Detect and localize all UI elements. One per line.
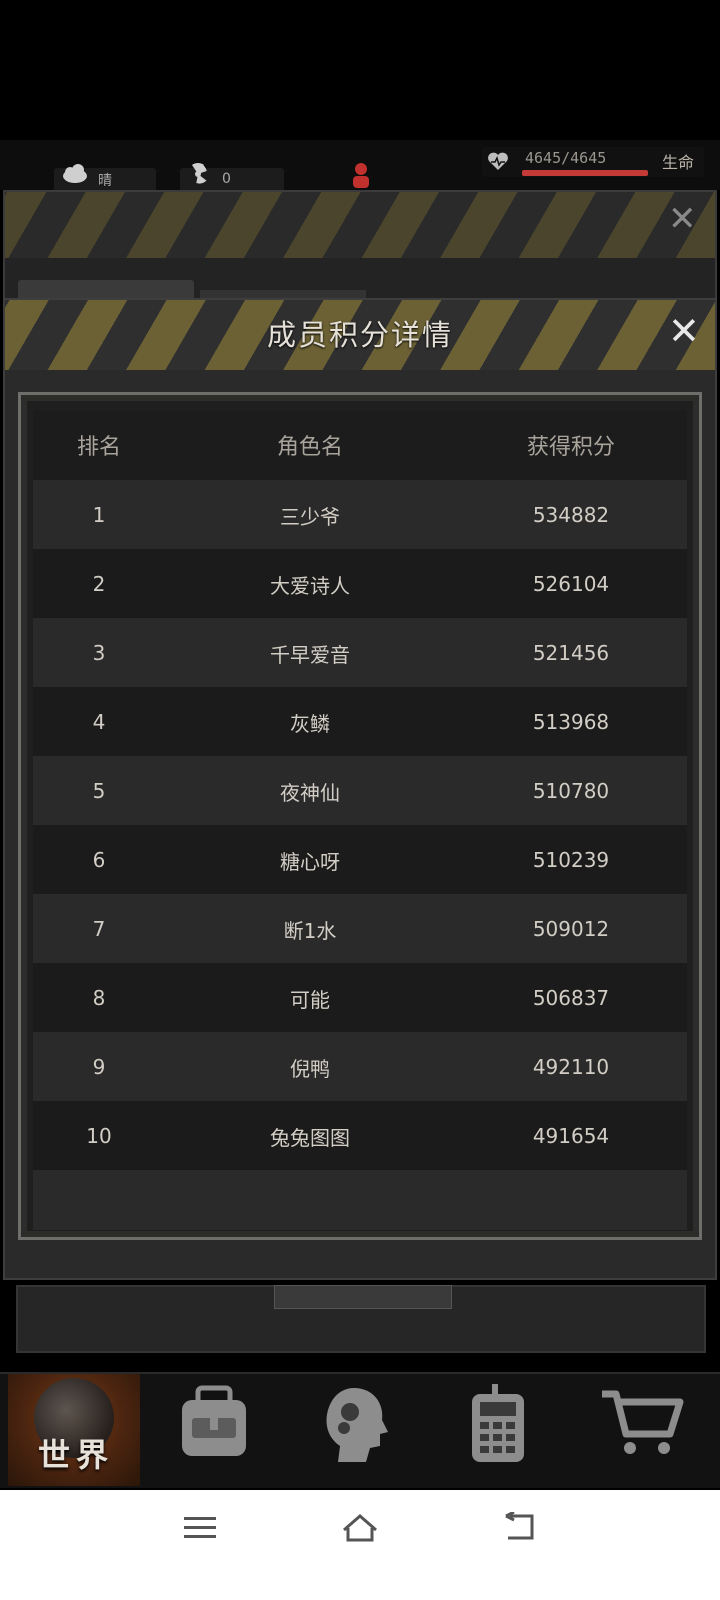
header-score: 获得积分 <box>526 435 615 460</box>
row-score: 510239 <box>532 848 610 872</box>
weather-label: 晴 <box>98 173 112 189</box>
row-name: 糖心呀 <box>280 849 340 874</box>
table-row: 2 大爱诗人 526104 <box>33 549 687 619</box>
world-label: 世界 <box>38 1436 115 1474</box>
table-row: 10 兔兔图图 491654 <box>33 1101 687 1171</box>
hp-bar <box>522 170 648 176</box>
weather-pill: 晴 <box>54 164 156 192</box>
row-name: 大爱诗人 <box>270 573 350 598</box>
person-icon <box>350 162 372 188</box>
row-name: 三少爷 <box>280 504 340 529</box>
close-icon[interactable]: ✕ <box>668 312 700 350</box>
row-name: 兔兔图图 <box>270 1125 350 1150</box>
row-rank: 2 <box>92 572 106 596</box>
row-name: 可能 <box>290 987 330 1012</box>
row-rank: 5 <box>92 779 106 803</box>
row-rank: 10 <box>86 1124 112 1148</box>
radiation-pill: 0 <box>180 163 284 192</box>
row-score: 509012 <box>532 917 610 941</box>
row-name: 夜神仙 <box>280 780 340 805</box>
table-row: 4 灰鳞 513968 <box>33 687 687 757</box>
row-name: 千早爱音 <box>270 642 350 667</box>
row-rank: 8 <box>92 986 106 1010</box>
row-score: 534882 <box>532 503 610 527</box>
table-row: 1 三少爷 534882 <box>33 480 687 550</box>
row-score: 513968 <box>532 710 610 734</box>
table-row: 3 千早爱音 521456 <box>33 618 687 688</box>
table-row: 9 倪鸭 492110 <box>33 1032 687 1102</box>
row-rank: 6 <box>92 848 106 872</box>
radiation-icon <box>192 163 207 184</box>
row-score: 506837 <box>532 986 610 1010</box>
menu-icon[interactable] <box>184 1515 216 1545</box>
home-icon[interactable] <box>340 1510 380 1548</box>
radiation-value: 0 <box>222 171 231 187</box>
row-rank: 9 <box>92 1055 106 1079</box>
table-row: 8 可能 506837 <box>33 963 687 1033</box>
row-name: 断1水 <box>283 918 337 943</box>
cart-icon[interactable] <box>598 1384 686 1464</box>
row-score: 510780 <box>532 779 610 803</box>
hp-label: 生命 <box>662 153 695 172</box>
row-score: 526104 <box>532 572 610 596</box>
back-icon[interactable] <box>502 1510 536 1546</box>
cloud-icon <box>63 164 87 183</box>
header-rank: 排名 <box>76 435 121 460</box>
background-lower-button <box>274 1285 452 1309</box>
calculator-icon[interactable] <box>468 1384 528 1468</box>
skills-head-icon[interactable] <box>322 1384 388 1468</box>
row-rank: 7 <box>92 917 106 941</box>
row-score: 492110 <box>532 1055 610 1079</box>
backpack-icon[interactable] <box>176 1384 252 1464</box>
table-header: 排名 角色名 获得积分 <box>33 410 687 480</box>
background-close-icon[interactable]: ✕ <box>668 202 697 236</box>
row-rank: 4 <box>92 710 106 734</box>
background-hazard-stripes <box>5 192 715 258</box>
table-row: 5 夜神仙 510780 <box>33 756 687 826</box>
dialog-title: 成员积分详情 <box>266 318 453 352</box>
row-name: 灰鳞 <box>290 711 330 736</box>
row-rank: 3 <box>92 641 106 665</box>
points-table: 排名 角色名 获得积分 1 三少爷 534882 2 大爱诗人 526104 3 千早爱音 52… <box>33 410 687 1230</box>
row-name: 倪鸭 <box>290 1056 330 1081</box>
table-row: 7 断1水 509012 <box>33 894 687 964</box>
row-rank: 1 <box>92 503 106 527</box>
row-score: 491654 <box>532 1124 610 1148</box>
hp-text: 4645/4645 <box>525 149 607 167</box>
row-score: 521456 <box>532 641 610 665</box>
table-row: 6 糖心呀 510239 <box>33 825 687 895</box>
header-name: 角色名 <box>276 435 343 460</box>
table-row <box>33 1170 687 1230</box>
heart-icon <box>486 150 510 176</box>
